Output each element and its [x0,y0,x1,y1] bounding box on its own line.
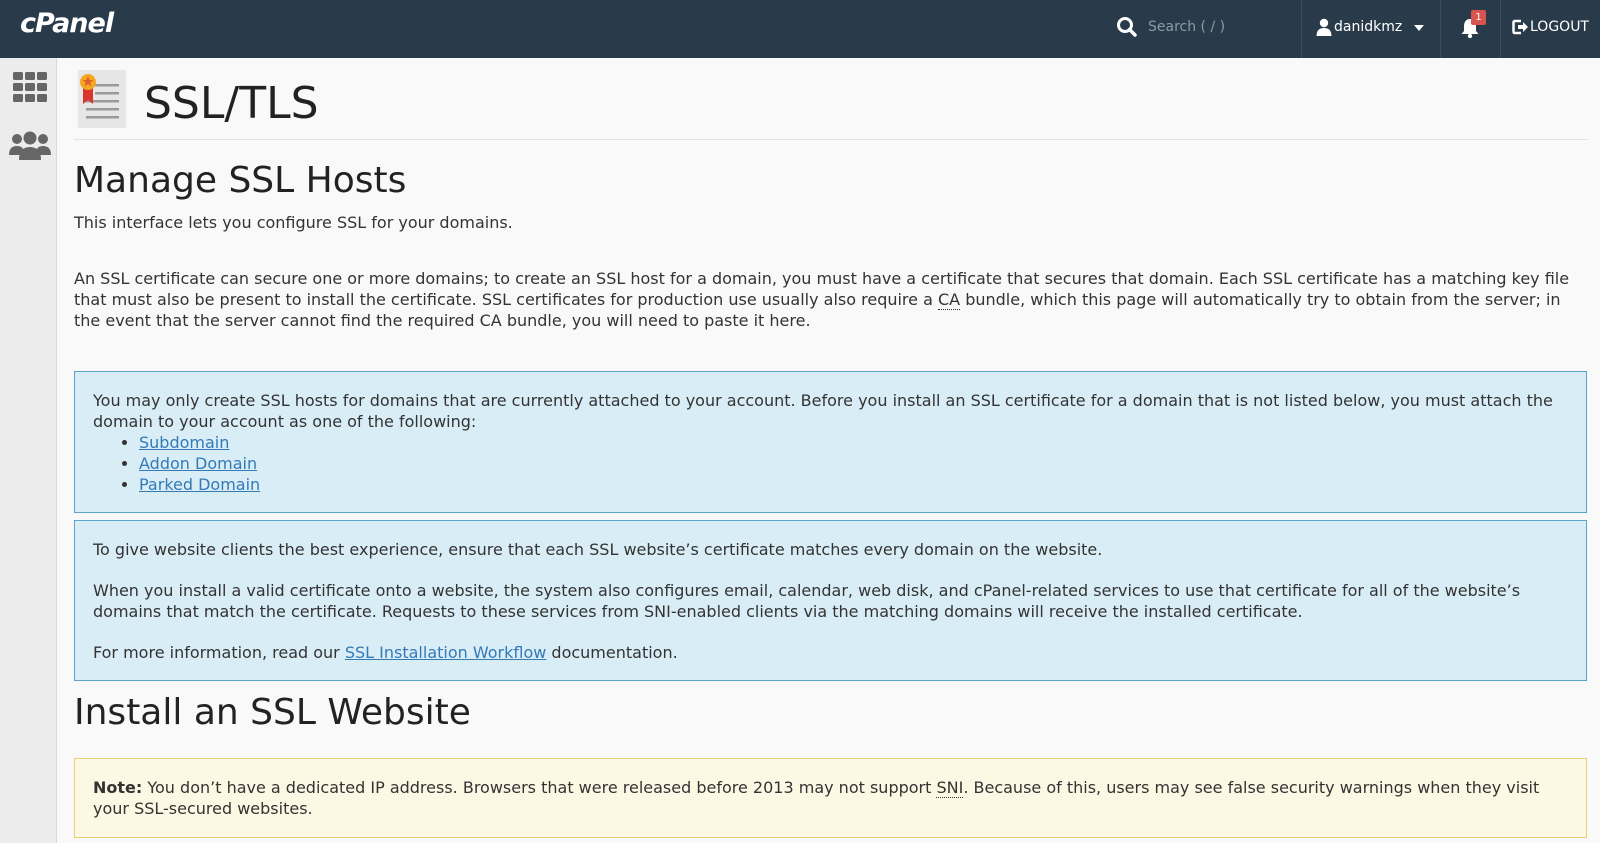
subdomain-link[interactable]: Subdomain [139,433,229,452]
search-icon[interactable] [1116,16,1138,38]
user-icon [1316,18,1332,36]
logout-icon[interactable] [1512,19,1529,35]
domains-info-callout: You may only create SSL hosts for domain… [74,371,1587,513]
divider [1440,0,1441,58]
ca-abbreviation: CA [937,290,961,310]
dedicated-ip-note: Note: You don’t have a dedicated IP addr… [74,758,1587,838]
note-text: You don’t have a dedicated IP address. B… [142,778,937,797]
page-header: SSL/TLS [74,70,1587,140]
list-item: Parked Domain [139,474,1568,495]
notification-badge: 1 [1471,10,1486,25]
note-label: Note: [93,778,143,797]
intro-text: This interface lets you configure SSL fo… [74,213,513,232]
cpanel-logo[interactable]: cPanel [20,8,114,39]
grid-icon[interactable] [13,72,47,102]
domain-type-list: Subdomain Addon Domain Parked Domain [139,432,1568,495]
top-navbar: cPanel Search ( / ) danidkmz 1 LOGOUT [0,0,1600,58]
search-input[interactable]: Search ( / ) [1148,19,1225,35]
description-text: An SSL certificate can secure one or mor… [74,268,1584,331]
chevron-down-icon[interactable] [1414,25,1424,31]
install-ssl-heading: Install an SSL Website [74,692,471,733]
parked-domain-link[interactable]: Parked Domain [139,475,260,494]
list-item: Subdomain [139,432,1568,453]
callout-paragraph-2: When you install a valid certificate ont… [93,581,1521,621]
sni-info-callout: To give website clients the best experie… [74,520,1587,681]
page-title: SSL/TLS [144,78,319,129]
user-menu-button[interactable]: danidkmz [1334,19,1402,35]
ssl-installation-workflow-link[interactable]: SSL Installation Workflow [345,643,546,662]
users-icon[interactable] [9,130,51,160]
divider [1500,0,1501,58]
callout-paragraph-3: For more information, read our SSL Insta… [93,642,1568,663]
logout-button[interactable]: LOGOUT [1530,19,1589,35]
callout-text: You may only create SSL hosts for domain… [93,391,1553,431]
list-item: Addon Domain [139,453,1568,474]
certificate-icon [78,70,126,128]
callout-text: For more information, read our [93,643,345,662]
manage-ssl-heading: Manage SSL Hosts [74,160,407,201]
sni-abbreviation: SNI [936,778,964,798]
sidebar [0,58,57,843]
addon-domain-link[interactable]: Addon Domain [139,454,257,473]
callout-text: documentation. [546,643,678,662]
divider [1301,0,1302,58]
callout-paragraph-1: To give website clients the best experie… [93,540,1103,559]
